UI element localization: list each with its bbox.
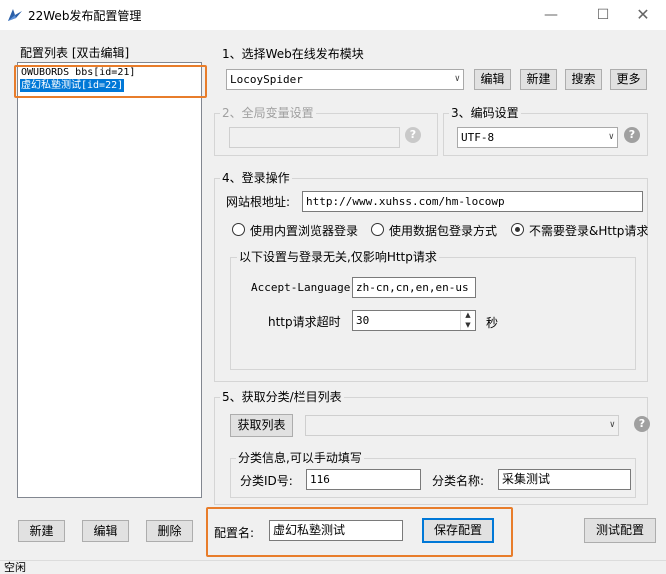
timeout-value: 30 xyxy=(356,314,370,327)
timeout-stepper[interactable]: 30 ▲ ▼ xyxy=(352,310,476,331)
category-name-input[interactable]: 采集测试 xyxy=(498,469,631,490)
radio-packet-login[interactable] xyxy=(371,223,384,236)
minimize-icon: — xyxy=(544,7,558,23)
chevron-down-icon: ∨ xyxy=(609,420,615,430)
section5-title: 5、获取分类/栏目列表 xyxy=(220,390,344,404)
http-group-title: 以下设置与登录无关,仅影响Http请求 xyxy=(237,250,439,264)
help-icon[interactable]: ? xyxy=(405,127,421,143)
encoding-select[interactable]: UTF-8 ∨ xyxy=(457,127,618,148)
category-id-label: 分类ID号: xyxy=(240,474,293,488)
stepper-down-icon[interactable]: ▼ xyxy=(461,321,475,330)
chevron-down-icon: ∨ xyxy=(454,74,460,84)
module-more-button[interactable]: 更多 xyxy=(610,69,647,90)
close-button[interactable]: ✕ xyxy=(620,0,666,30)
category-name-label: 分类名称: xyxy=(432,474,485,488)
title-bar: 22Web发布配置管理 — ☐ ✕ xyxy=(0,0,666,30)
section2-title: 2、全局变量设置 xyxy=(220,106,316,120)
chevron-down-icon: ∨ xyxy=(608,132,614,142)
module-select[interactable]: LocoySpider ∨ xyxy=(226,69,464,90)
site-root-input[interactable]: http://www.xuhss.com/hm-locowp xyxy=(302,191,643,212)
help-icon[interactable]: ? xyxy=(624,127,640,143)
maximize-icon: ☐ xyxy=(596,7,610,23)
radio-no-login[interactable] xyxy=(511,223,524,236)
site-root-label: 网站根地址: xyxy=(226,195,291,209)
highlight-box-list xyxy=(14,65,207,98)
accept-language-input[interactable]: zh-cn,cn,en,en-us xyxy=(352,277,476,298)
stepper-up-icon[interactable]: ▲ xyxy=(461,311,475,320)
category-info-title: 分类信息,可以手动填写 xyxy=(236,451,364,465)
module-new-button[interactable]: 新建 xyxy=(520,69,557,90)
status-text: 空闲 xyxy=(4,561,26,574)
new-config-button[interactable]: 新建 xyxy=(18,520,65,542)
minimize-button[interactable]: — xyxy=(528,0,574,30)
radio-builtin-browser[interactable] xyxy=(232,223,245,236)
highlight-box-save xyxy=(206,507,513,557)
stepper-buttons: ▲ ▼ xyxy=(460,311,475,330)
global-vars-input xyxy=(229,127,400,148)
radio-builtin-browser-label: 使用内置浏览器登录 xyxy=(250,224,359,238)
timeout-unit: 秒 xyxy=(486,316,499,330)
section1-title: 1、选择Web在线发布模块 xyxy=(222,47,364,61)
section4-title: 4、登录操作 xyxy=(220,171,292,185)
config-list-title: 配置列表 [双击编辑] xyxy=(20,46,130,60)
close-icon: ✕ xyxy=(636,5,650,24)
get-list-button[interactable]: 获取列表 xyxy=(230,414,293,437)
module-select-value: LocoySpider xyxy=(230,73,303,86)
test-config-button[interactable]: 测试配置 xyxy=(584,518,656,543)
module-search-button[interactable]: 搜索 xyxy=(565,69,602,90)
delete-config-button[interactable]: 删除 xyxy=(146,520,193,542)
status-bar: 空闲 xyxy=(0,560,666,574)
edit-config-button[interactable]: 编辑 xyxy=(82,520,129,542)
category-id-input[interactable]: 116 xyxy=(306,469,421,490)
window-title: 22Web发布配置管理 xyxy=(28,9,142,23)
config-listbox[interactable]: OWUBORDS bbs[id=21] 虚幻私塾测试[id=22] xyxy=(17,62,202,498)
module-edit-button[interactable]: 编辑 xyxy=(474,69,511,90)
help-icon[interactable]: ? xyxy=(634,416,650,432)
encoding-select-value: UTF-8 xyxy=(461,131,495,144)
radio-packet-login-label: 使用数据包登录方式 xyxy=(389,224,498,238)
timeout-label: http请求超时 xyxy=(268,315,341,329)
category-select[interactable]: ∨ xyxy=(305,415,619,436)
app-logo-icon xyxy=(6,6,24,24)
radio-no-login-label: 不需要登录&Http请求 xyxy=(529,224,649,238)
section3-title: 3、编码设置 xyxy=(449,106,521,120)
accept-language-label: Accept-Language xyxy=(251,281,351,294)
